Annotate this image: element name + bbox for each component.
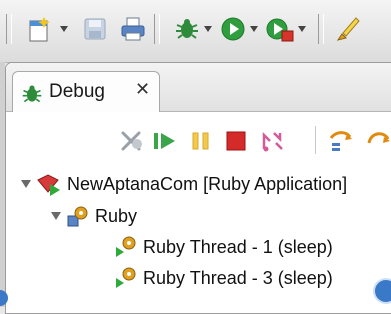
save-button[interactable]	[80, 12, 110, 46]
step-over-icon[interactable]	[366, 129, 391, 153]
run-button[interactable]	[218, 12, 248, 46]
chevron-down-icon[interactable]	[50, 210, 62, 222]
chevron-down-icon[interactable]	[20, 178, 32, 190]
debug-tree: NewAptanaCom [Ruby Application] Ruby Rub…	[6, 169, 391, 313]
toolbar-separator	[6, 14, 12, 44]
debug-target-icon	[67, 206, 88, 227]
chevron-down-icon[interactable]	[204, 26, 212, 32]
debug-icon	[176, 19, 198, 39]
tree-label: NewAptanaCom [Ruby Application]	[67, 173, 348, 194]
save-icon	[84, 18, 106, 40]
chevron-down-icon[interactable]	[60, 26, 68, 32]
main-toolbar	[0, 0, 391, 63]
print-button[interactable]	[118, 12, 148, 46]
brush-icon	[336, 17, 360, 41]
external-tools-button[interactable]	[264, 12, 296, 46]
run-icon	[221, 17, 245, 41]
new-wizard-button[interactable]	[24, 12, 56, 46]
terminate-icon[interactable]	[224, 129, 248, 153]
toolbar-separator	[318, 14, 324, 44]
debug-button[interactable]	[172, 12, 202, 46]
external-tools-icon	[266, 18, 294, 42]
debug-view-toolbar	[6, 112, 391, 172]
tree-row-launch[interactable]: NewAptanaCom [Ruby Application]	[20, 169, 347, 199]
remove-terminated-icon[interactable]	[119, 129, 145, 153]
toolbar-separator	[315, 126, 316, 154]
ruby-launch-icon	[37, 174, 60, 196]
tree-row-thread[interactable]: Ruby Thread - 3 (sleep)	[114, 263, 333, 293]
toolbar-separator	[154, 14, 160, 44]
tree-label: Ruby	[95, 205, 138, 226]
close-icon[interactable]: ✕	[135, 79, 150, 100]
tree-label: Ruby Thread - 3 (sleep)	[143, 267, 333, 288]
new-wizard-icon	[29, 17, 50, 42]
tree-label: Ruby Thread - 1 (sleep)	[143, 236, 333, 257]
debug-view: Debug ✕ NewAptanaCom [Ruby Application] …	[5, 62, 391, 314]
step-into-icon[interactable]	[328, 129, 356, 153]
suspend-icon[interactable]	[190, 129, 212, 153]
brush-button[interactable]	[330, 12, 364, 46]
chevron-down-icon[interactable]	[298, 26, 306, 32]
print-icon	[121, 17, 145, 41]
tab-debug-label: Debug	[49, 81, 105, 102]
thread-running-icon	[116, 267, 136, 288]
view-tab-bar: Debug ✕	[6, 63, 391, 112]
disconnect-icon[interactable]	[260, 129, 286, 153]
tree-row-thread[interactable]: Ruby Thread - 1 (sleep)	[114, 232, 333, 262]
thread-running-icon	[116, 236, 136, 257]
tab-debug[interactable]: Debug ✕	[12, 71, 160, 112]
tree-row-process[interactable]: Ruby	[50, 201, 137, 231]
chevron-down-icon[interactable]	[250, 26, 258, 32]
debug-icon	[22, 85, 42, 103]
resume-icon[interactable]	[152, 129, 178, 153]
